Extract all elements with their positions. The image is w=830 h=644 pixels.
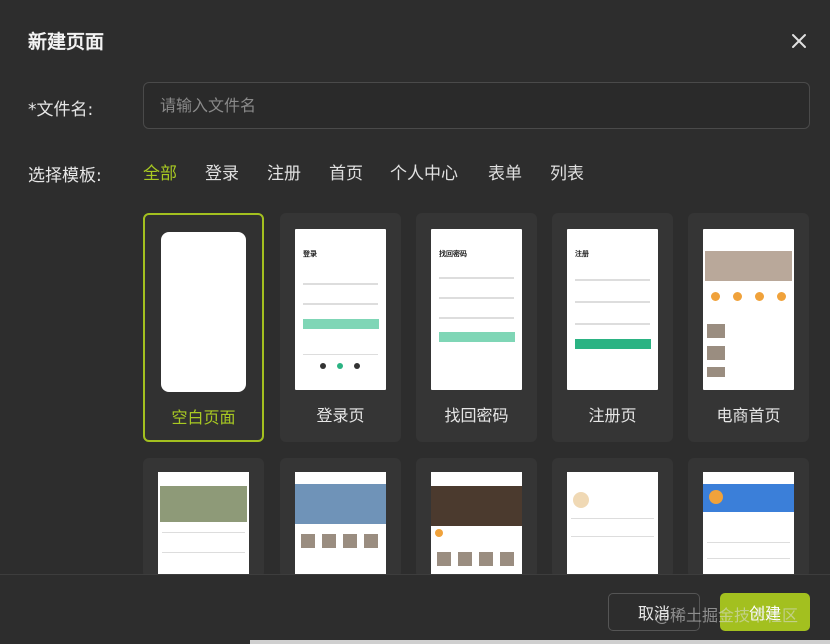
tab-register[interactable]: 注册 <box>267 159 301 184</box>
tab-profile[interactable]: 个人中心 <box>390 159 458 184</box>
template-thumbnail <box>567 472 658 574</box>
template-name: 空白页面 <box>171 408 236 427</box>
template-name: 找回密码 <box>444 406 509 425</box>
tab-list[interactable]: 列表 <box>550 159 584 184</box>
template-card[interactable] <box>552 458 673 578</box>
template-card-ecommerce-home[interactable]: 电商首页 <box>688 213 809 442</box>
template-card[interactable] <box>688 458 809 578</box>
template-card[interactable] <box>416 458 537 578</box>
template-card[interactable] <box>280 458 401 578</box>
template-name: 登录页 <box>316 406 365 425</box>
tab-login[interactable]: 登录 <box>205 159 239 184</box>
template-thumbnail <box>703 472 794 574</box>
tab-all[interactable]: 全部 <box>143 159 177 184</box>
template-thumbnail <box>703 229 794 390</box>
tab-home[interactable]: 首页 <box>329 159 363 184</box>
dialog-title: 新建页面 <box>28 31 105 53</box>
template-thumbnail <box>295 472 386 574</box>
template-thumbnail <box>431 472 522 574</box>
template-card-forgot-password[interactable]: 找回密码 找回密码 <box>416 213 537 442</box>
file-name-input[interactable] <box>143 82 810 129</box>
template-name: 注册页 <box>588 406 637 425</box>
template-thumbnail <box>158 472 249 574</box>
template-name: 电商首页 <box>716 406 781 425</box>
template-thumbnail: 找回密码 <box>431 229 522 390</box>
template-thumbnail: 登录 <box>295 229 386 390</box>
horizontal-scrollbar[interactable] <box>250 640 830 644</box>
template-card[interactable] <box>143 458 264 578</box>
template-label: 选择模板: <box>28 166 102 186</box>
template-thumbnail <box>161 232 246 392</box>
template-card-blank[interactable]: 空白页面 <box>143 213 264 442</box>
template-thumbnail: 注册 <box>567 229 658 390</box>
file-name-label: *文件名: <box>28 100 94 120</box>
close-icon[interactable] <box>787 29 811 53</box>
watermark: @稀土掘金技术社区 <box>654 606 799 625</box>
template-card-register[interactable]: 注册 注册页 <box>552 213 673 442</box>
template-card-login[interactable]: 登录 登录页 <box>280 213 401 442</box>
new-page-dialog: 新建页面 *文件名: 选择模板: 全部 登录 注册 首页 个人中心 表单 列表 … <box>0 0 830 644</box>
tab-form[interactable]: 表单 <box>488 159 522 184</box>
